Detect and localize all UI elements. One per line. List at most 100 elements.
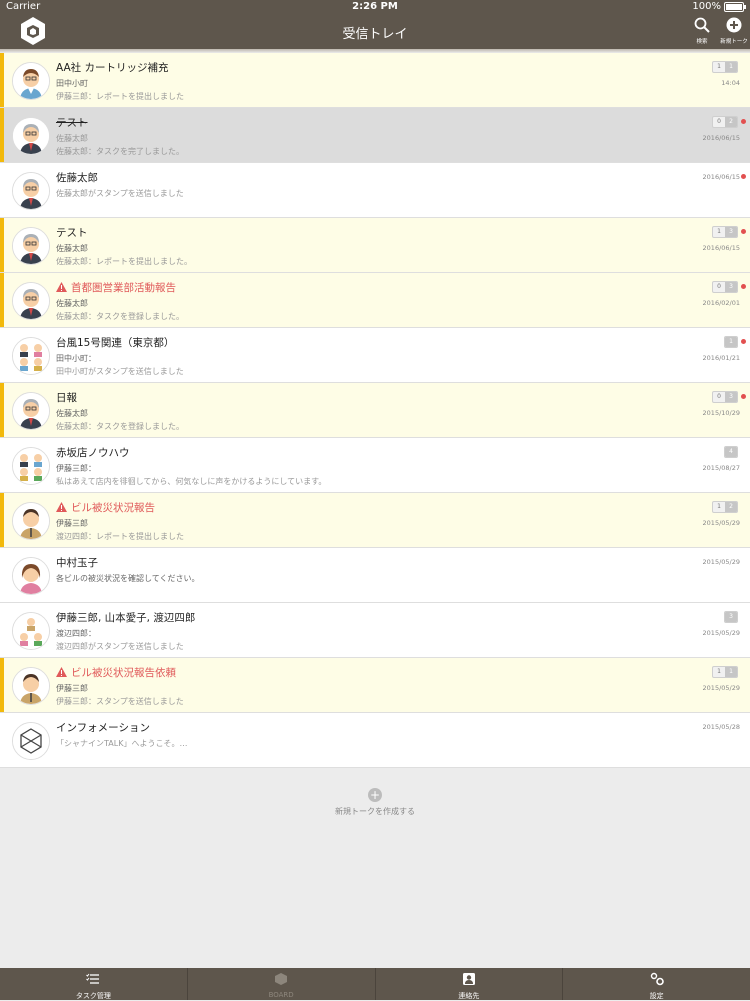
talk-title-text: ビル被災状況報告 [71, 502, 155, 514]
read-counter: 4 [724, 446, 738, 458]
status-bar: Carrier 2:26 PM 100% [0, 0, 750, 14]
new-talk-button[interactable]: 新規トーク [714, 17, 750, 45]
read-counter: 1 [724, 336, 738, 348]
talk-title: 中村玉子 [56, 557, 98, 569]
tab-board[interactable]: BOARD [188, 968, 376, 1000]
avatar [12, 447, 50, 485]
talk-date: 2016/01/21 [702, 354, 740, 362]
talk-title: 日報 [56, 392, 77, 404]
avatar [12, 392, 50, 430]
read-counter: 0 3 [712, 281, 738, 293]
talk-title-text: 首都圏営業部活動報告 [71, 282, 176, 294]
avatar [12, 337, 50, 375]
talk-row[interactable]: インフォメーション 「シャナインTALK」へようこそ。… 2015/05/28 [0, 713, 750, 768]
person-avatar-icon [13, 228, 49, 264]
last-message: 各ビルの被災状況を確認してください。 [56, 574, 200, 583]
person-avatar-icon [13, 558, 49, 594]
avatar [12, 612, 50, 650]
talk-row[interactable]: 日報 佐藤太郎 佐藤太郎：タスクを登録しました。 0 3 2015/10/29 [0, 383, 750, 438]
talk-title: ビル被災状況報告 [56, 500, 155, 515]
new-message-dot [741, 119, 746, 124]
talk-row[interactable]: 伊藤三郎, 山本愛子, 渡辺四郎 渡辺四郎： 渡辺四郎がスタンプを送信しました … [0, 603, 750, 658]
plus-circle-icon [726, 17, 742, 33]
talk-row[interactable]: 赤坂店ノウハウ 伊藤三郎： 私はあえて店内を徘徊してから、何気なしに声をかけるよ… [0, 438, 750, 493]
contacts-icon [462, 973, 475, 985]
new-message-dot [741, 394, 746, 399]
talk-members: 佐藤太郎 [56, 409, 88, 418]
read-counter: 0 2 [712, 116, 738, 128]
read-counter: 3 [724, 611, 738, 623]
talk-date: 2015/05/29 [702, 558, 740, 566]
avatar [12, 172, 50, 210]
person-avatar-icon [13, 118, 49, 154]
last-message: 「シャナインTALK」へようこそ。… [56, 739, 188, 748]
talk-date: 2016/02/01 [702, 299, 740, 307]
page-title: 受信トレイ [342, 27, 408, 42]
last-message: 私はあえて店内を徘徊してから、何気なしに声をかけるようにしています。 [56, 477, 327, 486]
create-new-talk[interactable]: + 新規トークを作成する [0, 788, 750, 817]
person-avatar-icon [13, 503, 49, 539]
talk-title: テスト [56, 117, 88, 129]
talk-members: 田中小町 [56, 79, 88, 88]
talk-row[interactable]: 首都圏営業部活動報告 佐藤太郎 佐藤太郎：タスクを登録しました。 0 3 201… [0, 273, 750, 328]
talk-date: 2015/05/29 [702, 629, 740, 637]
clock: 2:26 PM [352, 1, 398, 12]
counter-unread: 4 [725, 447, 737, 457]
talk-date: 2016/06/15 [702, 173, 740, 181]
talk-members: 伊藤三郎 [56, 519, 88, 528]
search-icon [694, 17, 710, 33]
talk-members: 伊藤三郎： [56, 464, 96, 473]
person-avatar-icon [13, 173, 49, 209]
counter-total: 1 [725, 62, 737, 72]
counter-unread: 1 [717, 668, 721, 675]
talk-title: ビル被災状況報告依頼 [56, 665, 176, 680]
tab-contacts[interactable]: 連絡先 [376, 968, 564, 1000]
avatar [12, 502, 50, 540]
talk-row[interactable]: テスト 佐藤太郎 佐藤太郎：レポートを提出しました。 1 3 2016/06/1… [0, 218, 750, 273]
last-message: 田中小町がスタンプを送信しました [56, 367, 184, 376]
last-message: 佐藤太郎がスタンプを送信しました [56, 189, 184, 198]
new-message-dot [741, 284, 746, 289]
talk-title: 佐藤太郎 [56, 172, 98, 184]
battery-icon [724, 1, 746, 12]
talk-members: 佐藤太郎 [56, 134, 88, 143]
talk-row[interactable]: 台風15号関連（東京都） 田中小町： 田中小町がスタンプを送信しました 1 20… [0, 328, 750, 383]
unread-indicator [0, 383, 4, 437]
talk-row[interactable]: テスト 佐藤太郎 佐藤太郎：タスクを完了しました。 0 2 2016/06/15 [0, 108, 750, 163]
counter-unread: 1 [717, 503, 721, 510]
battery-percent: 100% [692, 1, 721, 12]
talk-date: 2015/05/29 [702, 519, 740, 527]
last-message: 伊藤三郎：レポートを提出しました [56, 92, 184, 101]
talk-row[interactable]: ビル被災状況報告依頼 伊藤三郎 伊藤三郎：スタンプを送信しました 1 1 201… [0, 658, 750, 713]
read-counter: 1 2 [712, 501, 738, 513]
talk-date: 2015/05/29 [702, 684, 740, 692]
new-talk-label: 新規トーク [720, 39, 748, 45]
last-message: 佐藤太郎：タスクを完了しました。 [56, 147, 184, 156]
talk-row[interactable]: 中村玉子 各ビルの被災状況を確認してください。 2015/05/29 [0, 548, 750, 603]
tab-label: BOARD [268, 991, 294, 999]
group-avatar-icon [13, 338, 49, 374]
last-message: 渡辺四郎：レポートを提出しました [56, 532, 184, 541]
counter-total: 1 [725, 667, 737, 677]
avatar [12, 62, 50, 100]
avatar [12, 557, 50, 595]
tab-task-management[interactable]: タスク管理 [0, 968, 188, 1000]
last-message: 渡辺四郎がスタンプを送信しました [56, 642, 184, 651]
counter-unread: 0 [717, 118, 721, 125]
read-counter: 1 3 [712, 226, 738, 238]
avatar [12, 667, 50, 705]
read-counter: 1 1 [712, 61, 738, 73]
talk-title: テスト [56, 227, 88, 239]
last-message: 佐藤太郎：タスクを登録しました。 [56, 422, 184, 431]
warning-icon [56, 667, 67, 677]
talk-row[interactable]: ビル被災状況報告 伊藤三郎 渡辺四郎：レポートを提出しました 1 2 2015/… [0, 493, 750, 548]
talk-title: AA社 カートリッジ補充 [56, 62, 169, 74]
talk-row[interactable]: 佐藤太郎 佐藤太郎がスタンプを送信しました 2016/06/15 [0, 163, 750, 218]
talk-members: 佐藤太郎 [56, 299, 88, 308]
counter-total: 3 [725, 227, 737, 237]
person-avatar-icon [13, 668, 49, 704]
avatar [12, 722, 50, 760]
talk-row[interactable]: AA社 カートリッジ補充 田中小町 伊藤三郎：レポートを提出しました 1 1 1… [0, 53, 750, 108]
talk-title-text: ビル被災状況報告依頼 [71, 667, 176, 679]
tab-settings[interactable]: 設定 [563, 968, 750, 1000]
